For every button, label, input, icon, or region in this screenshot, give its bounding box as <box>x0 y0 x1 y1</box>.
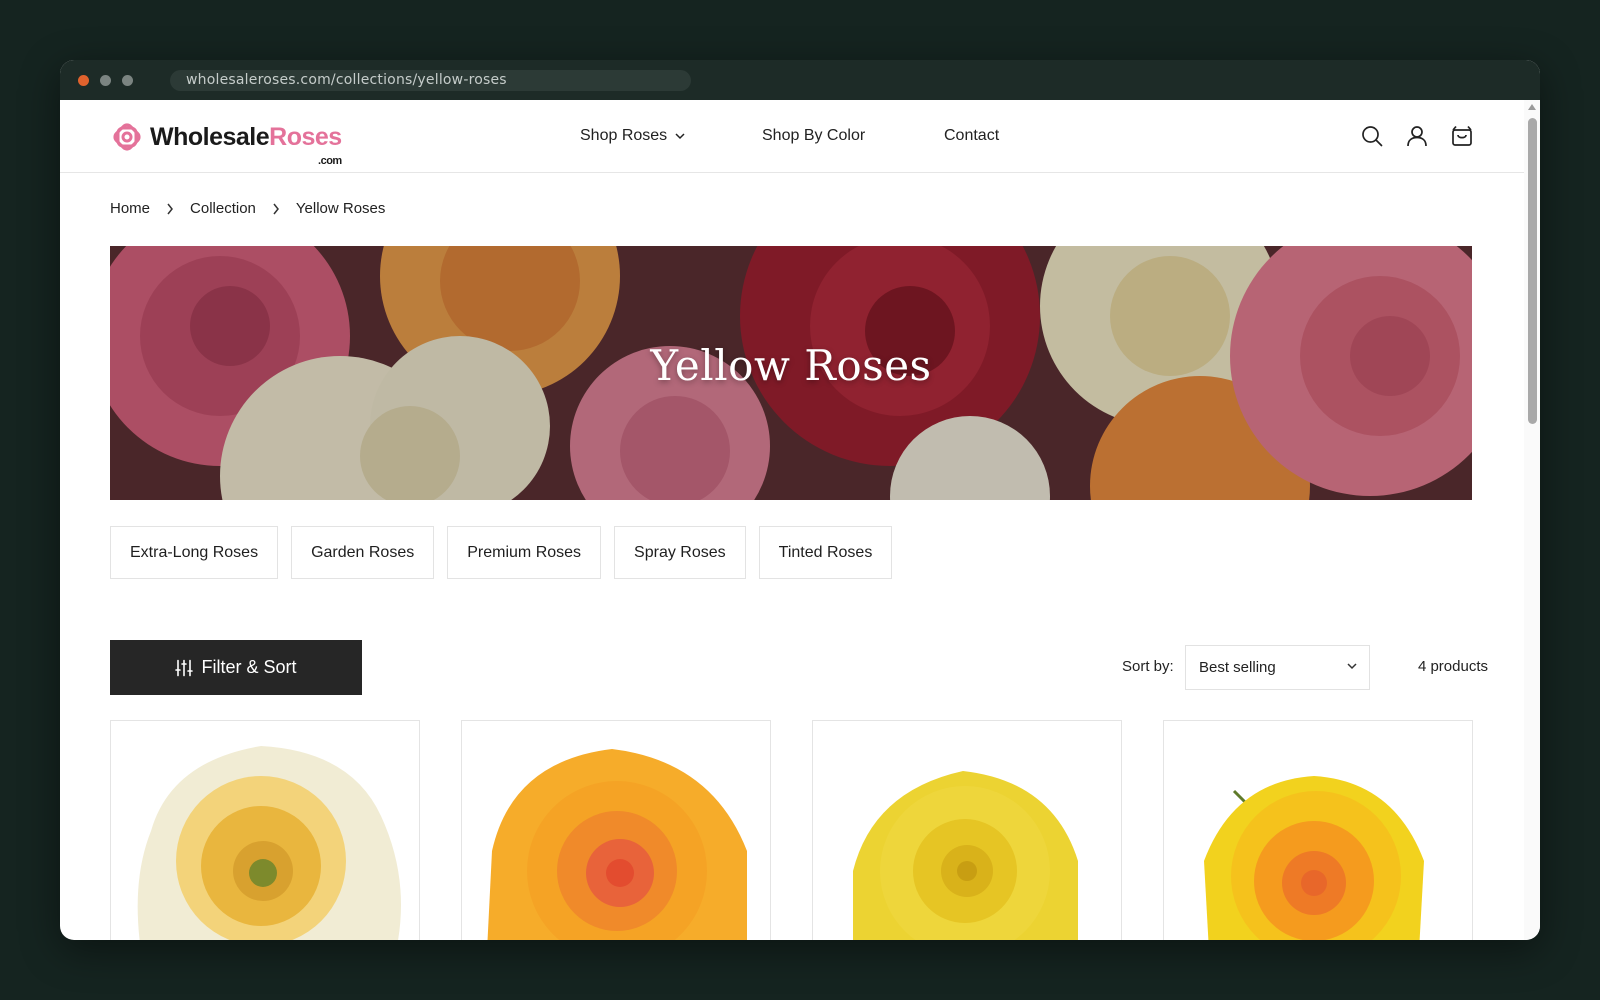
page-viewport: WholesaleRoses .com Shop Roses Shop By C… <box>60 100 1540 940</box>
page-scrollbar[interactable] <box>1524 100 1540 940</box>
product-image-orange-yellow-rose <box>487 749 747 940</box>
product-card[interactable] <box>461 720 771 940</box>
category-links: Extra-Long Roses Garden Roses Premium Ro… <box>110 526 893 579</box>
logo-wordmark: WholesaleRoses .com <box>150 123 342 167</box>
category-tinted-roses[interactable]: Tinted Roses <box>758 526 893 579</box>
search-icon[interactable] <box>1361 125 1383 147</box>
product-card[interactable] <box>1163 720 1473 940</box>
filter-sort-label: Filter & Sort <box>201 657 297 677</box>
category-garden-roses[interactable]: Garden Roses <box>291 526 435 579</box>
product-image-yellow-orange-rose <box>1204 776 1424 940</box>
browser-titlebar: wholesaleroses.com/collections/yellow-ro… <box>60 60 1540 100</box>
chevron-down-icon <box>1347 663 1357 670</box>
site-logo[interactable]: WholesaleRoses .com <box>110 118 342 167</box>
maximize-window-button[interactable] <box>122 75 133 86</box>
breadcrumb-current: Yellow Roses <box>295 200 386 217</box>
filter-sort-button[interactable]: Filter & Sort <box>110 640 362 695</box>
product-card[interactable] <box>110 720 420 940</box>
collection-hero-banner: Yellow Roses <box>110 246 1472 500</box>
browser-window: wholesaleroses.com/collections/yellow-ro… <box>60 60 1540 940</box>
product-count: 4 products <box>1417 658 1488 675</box>
account-icon[interactable] <box>1406 125 1428 147</box>
nav-shop-roses-label: Shop Roses <box>580 127 668 144</box>
chevron-down-icon <box>675 132 685 139</box>
category-extra-long-roses[interactable]: Extra-Long Roses <box>110 526 279 579</box>
product-image-cream-yellow-rose <box>137 746 401 940</box>
breadcrumb-home[interactable]: Home <box>110 200 150 217</box>
cart-icon[interactable] <box>1451 125 1473 147</box>
product-image-yellow-rose <box>853 771 1078 940</box>
nav-shop-by-color[interactable]: Shop By Color <box>762 127 865 145</box>
nav-contact-label: Contact <box>944 127 1000 144</box>
category-spray-roses[interactable]: Spray Roses <box>614 526 746 579</box>
nav-shop-roses[interactable]: Shop Roses <box>580 127 685 145</box>
sort-select[interactable]: Best selling <box>1185 645 1370 690</box>
site-header: WholesaleRoses .com Shop Roses Shop By C… <box>60 100 1524 173</box>
nav-contact[interactable]: Contact <box>944 127 999 145</box>
rose-logo-icon <box>113 123 141 151</box>
close-window-button[interactable] <box>78 75 89 86</box>
chevron-right-icon <box>273 203 279 214</box>
product-card[interactable] <box>812 720 1122 940</box>
sort-select-value: Best selling <box>1199 659 1276 676</box>
breadcrumb: Home Collection Yellow Roses <box>110 200 385 217</box>
logo-word-wholesale: Wholesale <box>150 123 270 151</box>
sort-by-label: Sort by: <box>1122 658 1174 675</box>
chevron-right-icon <box>167 203 173 214</box>
address-bar[interactable]: wholesaleroses.com/collections/yellow-ro… <box>170 70 691 91</box>
breadcrumb-collection[interactable]: Collection <box>190 200 256 217</box>
scroll-up-arrow-icon[interactable] <box>1528 104 1536 110</box>
scrollbar-thumb[interactable] <box>1528 118 1537 424</box>
collection-title: Yellow Roses <box>650 341 932 390</box>
minimize-window-button[interactable] <box>100 75 111 86</box>
logo-suffix: .com <box>318 155 342 167</box>
nav-shop-by-color-label: Shop By Color <box>762 127 866 144</box>
sliders-icon <box>175 659 194 676</box>
category-premium-roses[interactable]: Premium Roses <box>447 526 602 579</box>
